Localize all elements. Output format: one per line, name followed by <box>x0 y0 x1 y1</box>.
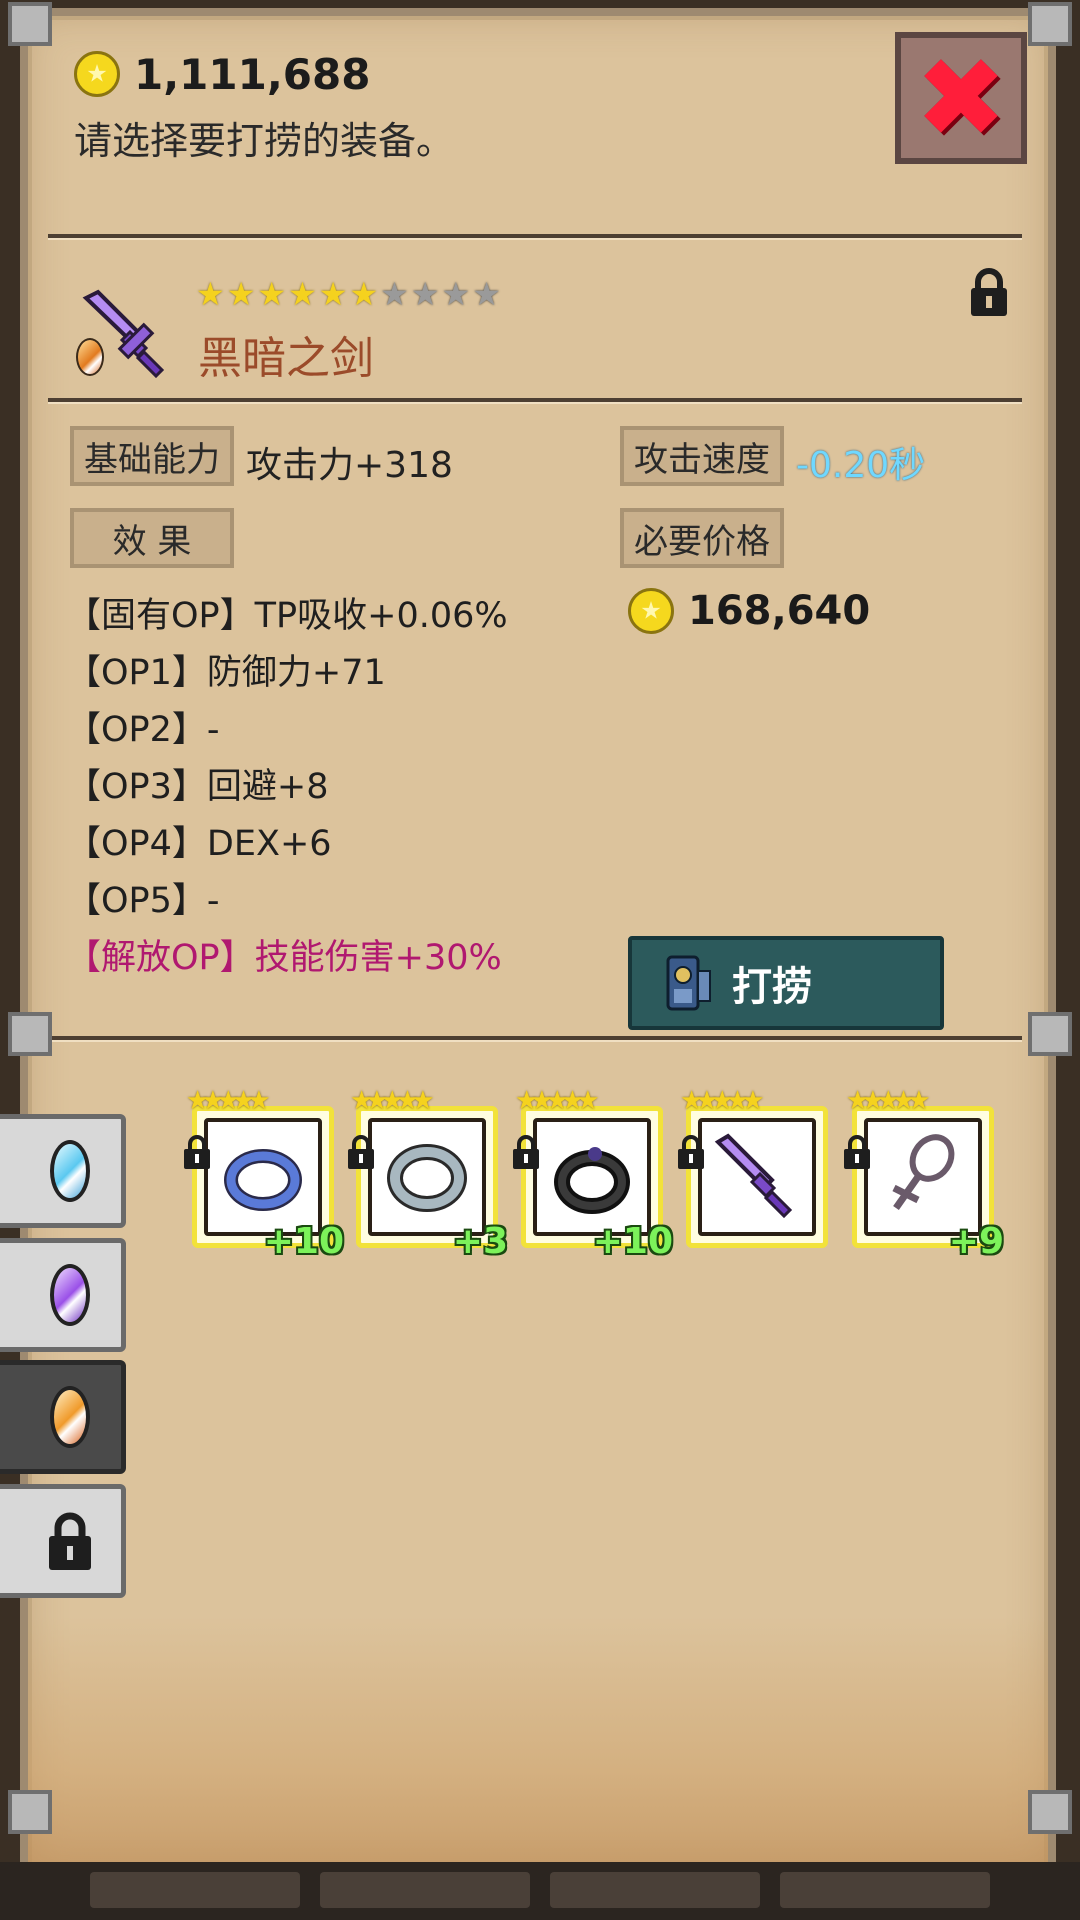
lock-icon <box>184 1135 210 1169</box>
coin-amount: 1,111,688 <box>134 49 371 99</box>
star-filled-icon: ★ <box>288 275 317 313</box>
lock-icon <box>678 1135 704 1169</box>
required-price: ★ 168,640 <box>628 588 870 634</box>
panel-corner <box>1028 1012 1072 1056</box>
bottom-tab-strip <box>0 1862 1080 1920</box>
orange-gem-icon <box>49 1386 90 1448</box>
inventory-item[interactable]: ★★★★★ +9 <box>844 1088 1004 1260</box>
bottom-tab <box>780 1872 990 1908</box>
enhance-level: +3 <box>452 1221 508 1262</box>
option-1: 【OP1】防御力+71 <box>66 653 386 693</box>
select-prompt: 请选择要打捞的装备。 <box>74 119 455 163</box>
bottom-tab <box>320 1872 530 1908</box>
panel-corner <box>1028 1790 1072 1834</box>
tab-locked[interactable] <box>0 1484 126 1598</box>
lock-icon <box>48 1512 91 1570</box>
divider <box>48 234 1022 240</box>
star-filled-icon: ★ <box>318 275 348 313</box>
purple-sword-icon <box>714 1133 793 1219</box>
item-name: 黑暗之剑 <box>198 333 374 384</box>
close-button[interactable]: ✖ <box>895 32 1027 164</box>
divider <box>48 1036 1022 1042</box>
blue-gem-icon <box>49 1140 90 1202</box>
inventory-item[interactable]: ★★★★★ +3 <box>348 1088 508 1260</box>
item-stars: ★★★★★ <box>515 1086 599 1116</box>
attack-speed-label: 攻击速度 <box>620 426 784 486</box>
salvage-button[interactable]: 打捞 <box>628 936 944 1030</box>
ankh-necklace-icon <box>892 1134 955 1211</box>
coin-balance: ★ 1,111,688 <box>74 49 371 99</box>
price-amount: 168,640 <box>688 588 871 634</box>
item-stars: ★★★★★ <box>186 1086 270 1116</box>
inventory-item[interactable]: ★★★★★ +10 <box>513 1088 673 1260</box>
coin-icon: ★ <box>74 51 120 97</box>
star-empty-icon: ★ <box>472 275 501 313</box>
star-empty-icon: ★ <box>441 275 471 313</box>
enhance-level: +10 <box>592 1221 673 1262</box>
silver-ring-icon <box>387 1144 467 1212</box>
divider <box>48 398 1022 404</box>
lock-icon[interactable] <box>968 268 1010 318</box>
effect-label: 效 果 <box>70 508 234 568</box>
panel-corner <box>8 2 52 46</box>
star-filled-icon: ★ <box>196 275 225 313</box>
required-price-label: 必要价格 <box>620 508 784 568</box>
lock-icon <box>348 1135 374 1169</box>
item-stars: ★★★★★ <box>846 1086 930 1116</box>
enhance-level: +10 <box>263 1221 344 1262</box>
attack-speed-value: -0.20秒 <box>796 445 926 486</box>
option-5: 【OP5】- <box>66 881 220 921</box>
lock-icon <box>844 1135 870 1169</box>
option-unleash: 【解放OP】技能伤害+30% <box>66 938 502 978</box>
option-4: 【OP4】DEX+6 <box>66 824 332 864</box>
purple-gem-icon <box>49 1264 90 1326</box>
lock-icon <box>513 1135 539 1169</box>
panel-corner <box>1028 2 1072 46</box>
option-innate: 【固有OP】TP吸收+0.06% <box>66 596 508 636</box>
black-ring-icon <box>554 1147 630 1214</box>
star-rating: ★ ★ ★ ★ ★ ★ ★ ★ ★ ★ <box>196 278 501 310</box>
tab-purple-gems[interactable] <box>0 1238 126 1352</box>
close-icon: ✖ <box>914 34 1008 162</box>
base-stat-value: 攻击力+318 <box>246 445 453 486</box>
inventory-item[interactable]: ★★★★★ <box>678 1088 828 1248</box>
base-stat-label: 基础能力 <box>70 426 234 486</box>
option-2: 【OP2】- <box>66 710 220 750</box>
coin-icon: ★ <box>628 588 674 634</box>
salvage-machine-icon <box>666 955 711 1011</box>
salvage-button-label: 打捞 <box>732 964 812 1010</box>
star-empty-icon: ★ <box>410 275 440 313</box>
bottom-tab <box>90 1872 300 1908</box>
item-stars: ★★★★★ <box>350 1086 434 1116</box>
item-stars: ★★★★★ <box>680 1086 764 1116</box>
star-filled-icon: ★ <box>226 275 256 313</box>
star-filled-icon: ★ <box>257 275 287 313</box>
star-filled-icon: ★ <box>349 275 379 313</box>
bottom-tab <box>550 1872 760 1908</box>
option-list: 【固有OP】TP吸收+0.06% 【OP1】防御力+71 【OP2】- 【OP3… <box>66 588 508 987</box>
tab-orange-gems[interactable] <box>0 1360 126 1474</box>
star-empty-icon: ★ <box>380 275 409 313</box>
orange-gem-icon <box>76 338 104 376</box>
enhance-level: +9 <box>948 1221 1004 1262</box>
panel-corner <box>8 1012 52 1056</box>
blue-ring-icon <box>224 1149 302 1211</box>
inventory-item[interactable]: ★★★★★ +10 <box>184 1088 344 1260</box>
option-3: 【OP3】回避+8 <box>66 767 329 807</box>
panel-corner <box>8 1790 52 1834</box>
tab-blue-gems[interactable] <box>0 1114 126 1228</box>
